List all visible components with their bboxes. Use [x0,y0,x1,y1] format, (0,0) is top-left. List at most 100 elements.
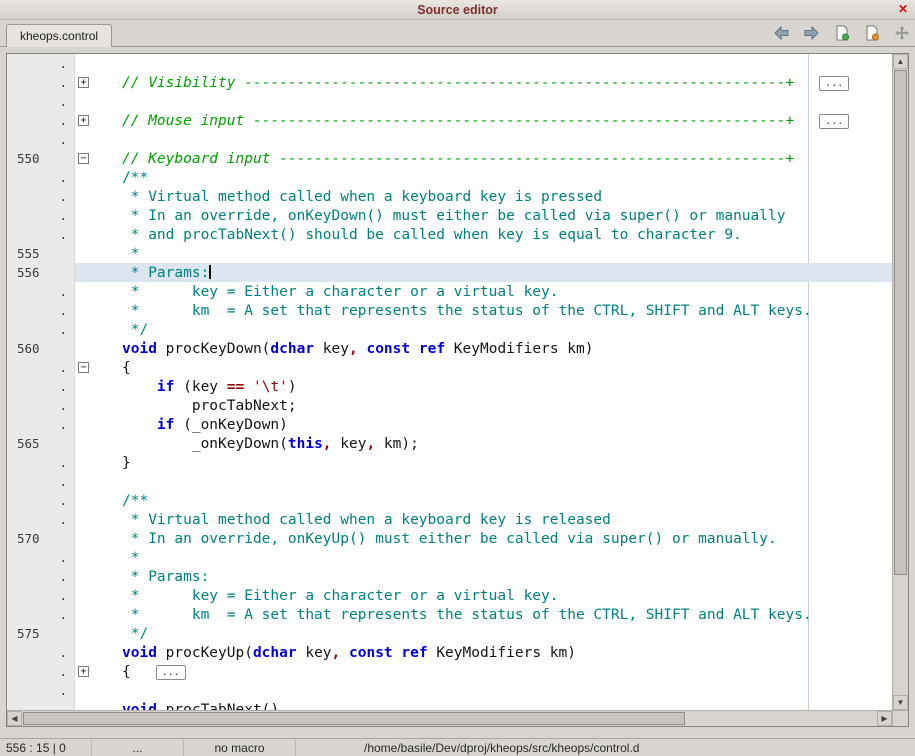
code-line[interactable]: .+// Mouse input -----------------------… [7,111,892,130]
line-content[interactable]: * km = A set that represents the status … [75,301,892,320]
folded-region-ellipsis[interactable]: ... [156,665,186,680]
gutter-dot[interactable]: . [7,73,75,92]
gutter-line-number[interactable]: 550 [7,149,75,168]
fold-collapse-icon[interactable]: − [78,153,89,164]
code-line[interactable]: . if (key == '\t') [7,377,892,396]
line-content[interactable]: if (key == '\t') [75,377,892,396]
code-line[interactable]: ./** [7,491,892,510]
gutter-dot[interactable]: . [7,187,75,206]
line-content[interactable]: +{... [75,662,892,681]
scroll-up-icon[interactable]: ▲ [893,54,908,69]
line-content[interactable]: −{ [75,358,892,377]
gutter-dot[interactable]: . [7,453,75,472]
horizontal-scroll-thumb[interactable] [23,712,685,725]
gutter-dot[interactable]: . [7,681,75,700]
code-line[interactable]: . [7,472,892,491]
line-content[interactable]: */ [75,320,892,339]
line-content[interactable] [75,92,892,111]
line-content[interactable]: * and procTabNext() should be called whe… [75,225,892,244]
code-line[interactable]: . [7,92,892,111]
line-content[interactable]: } [75,453,892,472]
gutter-dot[interactable]: . [7,586,75,605]
line-content[interactable]: if (_onKeyDown) [75,415,892,434]
line-content[interactable]: * key = Either a character or a virtual … [75,282,892,301]
code-line[interactable]: . * Params: [7,567,892,586]
code-line[interactable]: 550−// Keyboard input ------------------… [7,149,892,168]
gutter-dot[interactable]: . [7,605,75,624]
gutter-dot[interactable]: . [7,548,75,567]
fold-expand-icon[interactable]: + [78,115,89,126]
code-line[interactable]: . * and procTabNext() should be called w… [7,225,892,244]
code-line[interactable]: . [7,130,892,149]
gutter-dot[interactable]: . [7,130,75,149]
scroll-right-icon[interactable]: ▶ [877,711,892,726]
code-line[interactable]: . * Virtual method called when a keyboar… [7,187,892,206]
line-content[interactable] [75,472,892,491]
gutter-dot[interactable]: . [7,567,75,586]
fold-expand-icon[interactable]: + [78,77,89,88]
scroll-left-icon[interactable]: ◀ [7,711,22,726]
gutter-dot[interactable]: . [7,377,75,396]
gutter-dot[interactable]: . [7,282,75,301]
line-content[interactable]: * km = A set that represents the status … [75,605,892,624]
code-line[interactable]: 570 * In an override, onKeyUp() must eit… [7,529,892,548]
code-line[interactable]: . */ [7,320,892,339]
gutter-dot[interactable]: . [7,111,75,130]
line-content[interactable]: +// Visibility -------------------------… [75,73,892,92]
line-content[interactable]: * [75,244,892,263]
horizontal-scrollbar[interactable]: ◀ ▶ [7,710,892,726]
line-content[interactable]: */ [75,624,892,643]
horizontal-scroll-track[interactable] [22,711,877,726]
gutter-line-number[interactable]: 565 [7,434,75,453]
line-content[interactable]: * [75,548,892,567]
gutter-dot[interactable]: . [7,472,75,491]
line-content[interactable]: procTabNext; [75,396,892,415]
gutter-dot[interactable]: . [7,320,75,339]
code-line[interactable]: .void procKeyUp(dchar key, const ref Key… [7,643,892,662]
current-line[interactable]: * Params: [75,263,892,282]
gutter-dot[interactable]: . [7,54,75,73]
code-line[interactable]: . * km = A set that represents the statu… [7,605,892,624]
line-content[interactable]: /** [75,491,892,510]
line-content[interactable]: void procKeyDown(dchar key, const ref Ke… [75,339,892,358]
line-content[interactable]: * In an override, onKeyUp() must either … [75,529,892,548]
close-document-icon[interactable] [863,25,880,41]
folded-region-ellipsis[interactable]: ... [819,114,849,129]
line-content[interactable]: /** [75,168,892,187]
gutter-dot[interactable]: . [7,168,75,187]
fold-expand-icon[interactable]: + [78,666,89,677]
vertical-scroll-thumb[interactable] [894,70,907,575]
gutter-line-number[interactable]: 570 [7,529,75,548]
back-arrow-icon[interactable] [773,25,790,41]
gutter-line-number[interactable]: 556 [7,263,75,282]
code-line[interactable]: ./** [7,168,892,187]
gutter-dot[interactable]: . [7,358,75,377]
vertical-scrollbar[interactable]: ▲ ▼ [892,54,908,710]
line-content[interactable]: * In an override, onKeyDown() must eithe… [75,206,892,225]
code-line[interactable]: . * km = A set that represents the statu… [7,301,892,320]
code-line[interactable]: . * In an override, onKeyDown() must eit… [7,206,892,225]
gutter-dot[interactable]: . [7,225,75,244]
code-line[interactable]: . * key = Either a character or a virtua… [7,586,892,605]
gutter-line-number[interactable]: 575 [7,624,75,643]
line-content[interactable]: void procTabNext() [75,700,892,710]
fold-collapse-icon[interactable]: − [78,362,89,373]
code-line[interactable]: .+{... [7,662,892,681]
line-content[interactable]: * key = Either a character or a virtual … [75,586,892,605]
code-line[interactable]: . if (_onKeyDown) [7,415,892,434]
new-document-icon[interactable] [833,25,850,41]
code-line[interactable]: . [7,54,892,73]
code-line[interactable]: .−{ [7,358,892,377]
line-content[interactable] [75,681,892,700]
line-content[interactable] [75,54,892,73]
gutter-dot[interactable]: . [7,92,75,111]
code-line[interactable]: 565 _onKeyDown(this, key, km); [7,434,892,453]
folded-region-ellipsis[interactable]: ... [819,76,849,91]
gutter-dot[interactable]: . [7,662,75,681]
code-line[interactable]: 555 * [7,244,892,263]
gutter-dot[interactable]: . [7,415,75,434]
line-content[interactable]: * Virtual method called when a keyboard … [75,187,892,206]
gutter-dot[interactable]: . [7,510,75,529]
detach-icon[interactable] [893,25,910,41]
gutter-dot[interactable]: . [7,700,75,710]
